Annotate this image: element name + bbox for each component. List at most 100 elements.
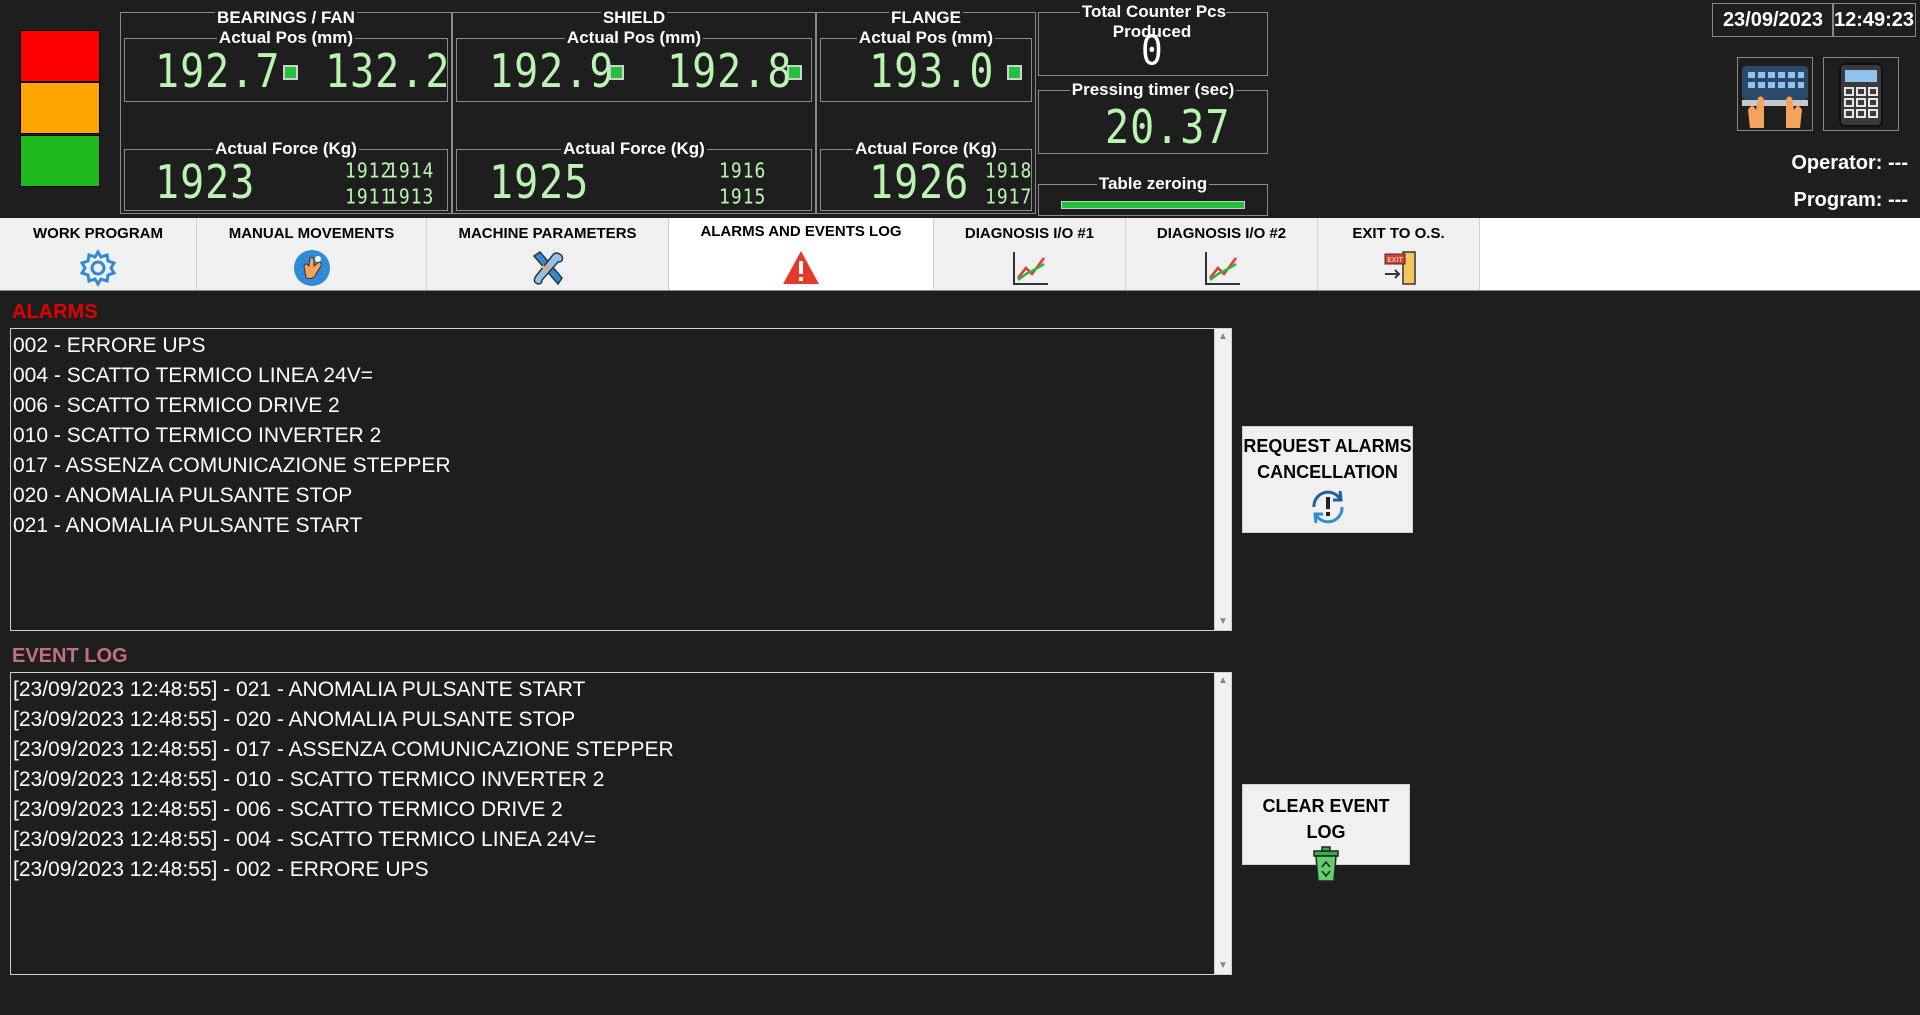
keyboard-button[interactable]	[1737, 57, 1813, 131]
bearings-pos-indicator	[283, 65, 298, 80]
keyboard-icon	[1742, 66, 1808, 128]
flange-title: FLANGE	[889, 8, 963, 27]
time-display: 12:49:23	[1832, 3, 1916, 37]
event-log-item[interactable]: [23/09/2023 12:48:55] - 020 - ANOMALIA P…	[11, 705, 1231, 735]
alarms-list[interactable]: 002 - ERRORE UPS 004 - SCATTO TERMICO LIN…	[10, 328, 1232, 631]
tab-diagnosis-io-2-label: DIAGNOSIS I/O #2	[1156, 225, 1287, 242]
tab-exit-to-os[interactable]: EXIT TO O.S. EXIT	[1318, 218, 1480, 290]
alarms-title: ALARMS	[12, 301, 98, 323]
flange-pos-box: Actual Pos (mm) 193.0	[820, 28, 1032, 102]
scroll-down-icon[interactable]: ▼	[1215, 958, 1231, 974]
alarm-list-item[interactable]: 002 - ERRORE UPS	[11, 331, 1231, 361]
request-alarms-cancellation-line1: REQUEST ALARMS	[1243, 436, 1412, 456]
event-log-title: EVENT LOG	[12, 645, 128, 667]
event-log-item[interactable]: [23/09/2023 12:48:55] - 021 - ANOMALIA P…	[11, 675, 1231, 705]
event-log-item[interactable]: [23/09/2023 12:48:55] - 010 - SCATTO TER…	[11, 765, 1231, 795]
bearings-fan-group: BEARINGS / FAN Actual Pos (mm) 192.7 132…	[120, 8, 452, 214]
signal-light-amber	[20, 82, 100, 134]
table-zeroing-box: Table zeroing	[1038, 174, 1268, 216]
alarms-scrollbar[interactable]: ▲ ▼	[1214, 329, 1231, 630]
shield-pos-label: Actual Pos (mm)	[564, 28, 704, 47]
exit-icon: EXIT	[1384, 251, 1416, 285]
total-counter-box: Total Counter Pcs Produced 0	[1038, 2, 1268, 76]
tab-diagnosis-io-1-label: DIAGNOSIS I/O #1	[964, 225, 1095, 242]
shield-pos-left-indicator	[609, 65, 624, 80]
shield-force-value: 1925	[489, 156, 590, 210]
shield-force-small-1: 1916	[719, 158, 767, 183]
calculator-icon	[1839, 63, 1883, 127]
event-log-item[interactable]: [23/09/2023 12:48:55] - 004 - SCATTO TER…	[11, 825, 1231, 855]
recycle-bin-icon	[1313, 846, 1339, 882]
event-log-item[interactable]: [23/09/2023 12:48:55] - 002 - ERRORE UPS	[11, 855, 1231, 885]
warning-icon	[783, 251, 819, 284]
event-log-list[interactable]: [23/09/2023 12:48:55] - 021 - ANOMALIA P…	[10, 672, 1232, 975]
alarm-list-item[interactable]: 006 - SCATTO TERMICO DRIVE 2	[11, 391, 1231, 421]
shield-force-label: Actual Force (Kg)	[561, 139, 707, 158]
signal-light-green	[20, 135, 100, 187]
flange-force-box: Actual Force (Kg) 1926 1918 1917	[820, 139, 1033, 211]
tab-work-program[interactable]: WORK PROGRAM	[0, 218, 197, 290]
flange-force-label: Actual Force (Kg)	[853, 139, 999, 158]
alarms-list-content: 002 - ERRORE UPS 004 - SCATTO TERMICO LIN…	[11, 329, 1231, 541]
bearings-force-small-1: 1912	[345, 158, 393, 183]
tools-icon	[532, 251, 563, 286]
shield-pos-right-value: 192.8	[667, 45, 793, 99]
alarm-list-item[interactable]: 021 - ANOMALIA PULSANTE START	[11, 511, 1231, 541]
signal-light-red	[20, 30, 100, 82]
program-label: Program: ---	[1793, 189, 1908, 211]
alarm-list-item[interactable]: 020 - ANOMALIA PULSANTE STOP	[11, 481, 1231, 511]
bearings-fan-force-label: Actual Force (Kg)	[213, 139, 359, 158]
tab-exit-to-os-label: EXIT TO O.S.	[1352, 225, 1445, 242]
scroll-up-icon[interactable]: ▲	[1215, 673, 1231, 689]
bearings-fan-force-box: Actual Force (Kg) 1923 1912 1914 1911 19…	[124, 139, 448, 211]
pressing-timer-box: Pressing timer (sec) 20.37	[1038, 80, 1268, 155]
bearings-force-small-2: 1914	[387, 158, 435, 183]
table-zeroing-progress-fill	[1062, 202, 1244, 208]
flange-pos-value: 193.0	[869, 45, 995, 99]
pressing-timer-label: Pressing timer (sec)	[1069, 80, 1237, 99]
request-alarms-cancellation-button[interactable]: REQUEST ALARMS CANCELLATION	[1242, 426, 1413, 533]
event-log-item[interactable]: [23/09/2023 12:48:55] - 017 - ASSENZA CO…	[11, 735, 1231, 765]
event-log-item[interactable]: [23/09/2023 12:48:55] - 006 - SCATTO TER…	[11, 795, 1231, 825]
scroll-up-icon[interactable]: ▲	[1215, 329, 1231, 345]
shield-pos-right-indicator	[787, 65, 802, 80]
tab-diagnosis-io-2[interactable]: DIAGNOSIS I/O #2	[1126, 218, 1318, 290]
shield-pos-left-value: 192.9	[489, 45, 615, 99]
pressing-timer-value: 20.37	[1105, 101, 1231, 155]
request-alarms-cancellation-line2: CANCELLATION	[1257, 462, 1398, 482]
alarm-list-item[interactable]: 017 - ASSENZA COMUNICAZIONE STEPPER	[11, 451, 1231, 481]
tab-alarms-events-log[interactable]: ALARMS AND EVENTS LOG	[669, 218, 934, 290]
shield-title: SHIELD	[600, 8, 668, 27]
gear-icon	[79, 249, 117, 287]
alarm-reset-icon	[1311, 490, 1344, 524]
tab-diagnosis-io-1[interactable]: DIAGNOSIS I/O #1	[934, 218, 1126, 290]
bearings-force-small-3: 1911	[345, 184, 393, 209]
alarm-list-item[interactable]: 010 - SCATTO TERMICO INVERTER 2	[11, 421, 1231, 451]
event-log-scrollbar[interactable]: ▲ ▼	[1214, 673, 1231, 974]
flange-force-value: 1926	[869, 156, 970, 210]
svg-text:EXIT: EXIT	[1387, 256, 1403, 264]
flange-pos-label: Actual Pos (mm)	[856, 28, 996, 47]
bearings-fan-pos-label: Actual Pos (mm)	[216, 28, 356, 47]
hand-icon	[293, 250, 330, 286]
event-log-list-content: [23/09/2023 12:48:55] - 021 - ANOMALIA P…	[11, 673, 1231, 885]
shield-force-box: Actual Force (Kg) 1925 1916 1915	[456, 139, 812, 211]
shield-group: SHIELD Actual Pos (mm) 192.9 192.8 Actua…	[452, 8, 816, 214]
scroll-down-icon[interactable]: ▼	[1215, 614, 1231, 630]
alarm-list-item[interactable]: 004 - SCATTO TERMICO LINEA 24V=	[11, 361, 1231, 391]
total-counter-value: 0	[1141, 27, 1164, 76]
alarms-events-panel: ALARMS 002 - ERRORE UPS 004 - SCATTO TERM…	[0, 290, 1920, 1015]
tab-manual-movements[interactable]: MANUAL MOVEMENTS	[197, 218, 427, 290]
flange-force-small-1: 1918	[985, 158, 1033, 183]
table-zeroing-label: Table zeroing	[1096, 174, 1210, 193]
tab-manual-movements-label: MANUAL MOVEMENTS	[228, 225, 395, 242]
calculator-button[interactable]	[1823, 57, 1899, 131]
date-display: 23/09/2023	[1712, 3, 1834, 37]
chart-icon	[1204, 252, 1240, 285]
tab-machine-parameters[interactable]: MACHINE PARAMETERS	[427, 218, 669, 290]
bearings-force-small-4: 1913	[387, 184, 435, 209]
bearings-force-value: 1923	[155, 156, 256, 210]
bearings-fan-title: BEARINGS / FAN	[215, 8, 357, 27]
chart-icon	[1012, 252, 1048, 285]
clear-event-log-button[interactable]: CLEAR EVENT LOG	[1242, 784, 1410, 882]
